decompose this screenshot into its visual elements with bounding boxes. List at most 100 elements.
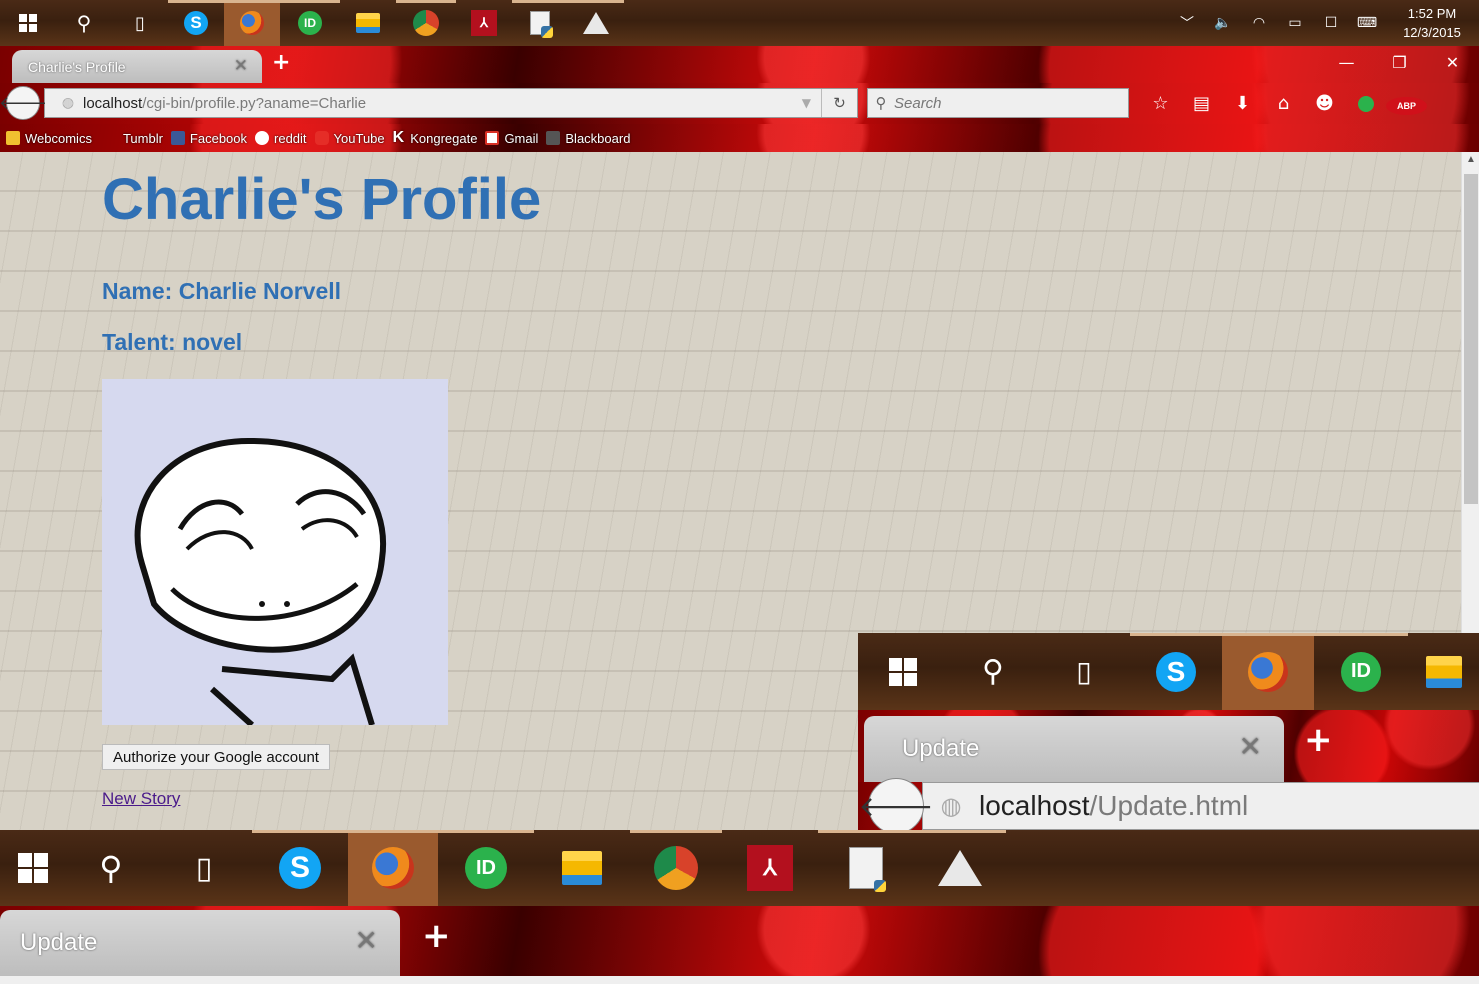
- tab-title: Update: [902, 735, 980, 762]
- home-icon[interactable]: ⌂: [1263, 93, 1304, 114]
- keyboard-icon[interactable]: ⌨: [1349, 15, 1385, 31]
- bookmark-facebook[interactable]: Facebook: [170, 131, 247, 146]
- search-bar[interactable]: ⚲ Search: [867, 88, 1129, 118]
- tab-title: Update: [20, 929, 98, 956]
- swirl-app-button[interactable]: [396, 0, 456, 46]
- bookmark-label: reddit: [274, 130, 307, 146]
- close-window-icon[interactable]: ✕: [1426, 46, 1479, 80]
- new-tab-button[interactable]: +: [272, 50, 290, 75]
- skype-taskbar-button[interactable]: S: [1130, 633, 1222, 710]
- bookmark-webcomics[interactable]: Webcomics: [6, 131, 92, 146]
- bottom-taskbar: ⚲ ▯ S ID ⅄: [0, 830, 1479, 906]
- windows-start-button[interactable]: [0, 830, 66, 906]
- bookmarks-bar: Webcomics Tumblr Facebook reddit YouTube…: [0, 124, 1479, 152]
- file-explorer-button[interactable]: [534, 830, 630, 906]
- clock[interactable]: 1:52 PM 12/3/2015: [1385, 4, 1479, 42]
- python-doc-button[interactable]: [512, 0, 568, 46]
- search-button[interactable]: ⚲: [948, 633, 1038, 710]
- authorize-google-button[interactable]: Authorize your Google account: [102, 744, 330, 770]
- skype-icon: S: [1156, 651, 1196, 692]
- scroll-thumb[interactable]: [1464, 174, 1478, 504]
- bookmarks-list-icon[interactable]: ▤: [1181, 93, 1222, 114]
- back-button[interactable]: 🡐: [0, 86, 47, 120]
- idbooth-toolbar-icon[interactable]: [1345, 93, 1386, 114]
- maximize-icon[interactable]: ❐: [1373, 46, 1426, 80]
- skype-taskbar-button[interactable]: S: [252, 830, 348, 906]
- tab-charlies-profile[interactable]: Charlie's Profile ✕: [12, 50, 262, 83]
- adblock-label: ABP: [1386, 96, 1427, 115]
- top-taskbar: ⚲ ▯ S ID ⅄ ﹀ 🔈 ◠ ▭ ☐ ⌨ 1:52 PM 12/3/2015: [0, 0, 1479, 46]
- file-explorer-button[interactable]: [1408, 633, 1479, 710]
- search-button[interactable]: ⚲: [56, 0, 112, 46]
- task-view-button[interactable]: ▯: [112, 0, 168, 46]
- inkscape-button[interactable]: [914, 830, 1006, 906]
- idbooth-icon: ID: [298, 11, 322, 35]
- kongregate-icon: K: [392, 129, 405, 146]
- new-tab-button[interactable]: +: [422, 916, 451, 956]
- skype-taskbar-button[interactable]: S: [168, 0, 224, 46]
- firefox-taskbar-button[interactable]: [1222, 633, 1314, 710]
- profile-name: Name: Charlie Norvell: [102, 278, 342, 304]
- overlay-url-bar[interactable]: ◍ localhost/Update.html: [922, 782, 1479, 830]
- idbooth-taskbar-button[interactable]: ID: [1314, 633, 1408, 710]
- bookmark-blackboard[interactable]: Blackboard: [546, 131, 630, 146]
- dropdown-arrow-icon[interactable]: ▼: [802, 96, 811, 110]
- idbooth-taskbar-button[interactable]: ID: [438, 830, 534, 906]
- idbooth-taskbar-button[interactable]: ID: [280, 0, 340, 46]
- task-view-button[interactable]: ▯: [156, 830, 252, 906]
- firefox-taskbar-button[interactable]: [348, 830, 438, 906]
- file-explorer-button[interactable]: [340, 0, 396, 46]
- gmail-icon: [485, 131, 500, 145]
- swirl-app-icon: [654, 846, 698, 890]
- window-controls: — ❐ ✕: [1320, 46, 1479, 80]
- download-icon[interactable]: ⬇: [1222, 93, 1263, 114]
- reddit-icon: [255, 131, 270, 145]
- inkscape-button[interactable]: [568, 0, 624, 46]
- bookmark-tumblr[interactable]: Tumblr: [123, 131, 163, 146]
- close-icon[interactable]: ✕: [1239, 730, 1262, 763]
- volume-icon[interactable]: 🔈: [1205, 15, 1241, 31]
- python-doc-icon: [530, 11, 553, 38]
- bookmark-kongregate[interactable]: K Kongregate: [393, 129, 478, 147]
- windows-start-button[interactable]: [0, 0, 56, 46]
- wifi-icon[interactable]: ◠: [1241, 15, 1277, 31]
- close-icon[interactable]: ✕: [234, 56, 248, 76]
- back-button[interactable]: 🡐: [858, 778, 934, 830]
- blackboard-icon: [546, 131, 561, 145]
- back-arrow-icon: 🡐: [0, 92, 48, 114]
- bookmark-label: Tumblr: [122, 130, 163, 146]
- bookmark-reddit[interactable]: reddit: [255, 131, 307, 146]
- acrobat-button[interactable]: ⅄: [456, 0, 512, 46]
- chevron-up-icon[interactable]: ﹀: [1169, 13, 1205, 33]
- bookmark-star-icon[interactable]: ☆: [1140, 93, 1181, 114]
- new-story-link[interactable]: New Story: [102, 789, 180, 809]
- firefox-taskbar-button[interactable]: [224, 0, 280, 46]
- bookmark-youtube[interactable]: YouTube: [314, 131, 385, 146]
- python-doc-button[interactable]: [818, 830, 914, 906]
- windows-start-button[interactable]: [858, 633, 948, 710]
- trollface-avatar-icon: [134, 437, 387, 725]
- new-tab-button[interactable]: +: [1304, 720, 1333, 760]
- avatar: [102, 379, 448, 725]
- tab-update[interactable]: Update ✕: [0, 910, 400, 976]
- folder-icon: [562, 851, 602, 885]
- adblock-icon[interactable]: ABP: [1386, 93, 1427, 115]
- chat-icon[interactable]: ☻: [1304, 93, 1345, 114]
- task-view-button[interactable]: ▯: [1038, 633, 1130, 710]
- swirl-app-button[interactable]: [630, 830, 722, 906]
- tab-update[interactable]: Update ✕: [864, 716, 1284, 782]
- close-icon[interactable]: ✕: [355, 924, 378, 957]
- reload-icon[interactable]: ↻: [821, 89, 857, 117]
- inkscape-icon: [583, 12, 609, 34]
- bookmark-gmail[interactable]: Gmail: [485, 131, 538, 146]
- acrobat-button[interactable]: ⅄: [722, 830, 818, 906]
- globe-icon: ◍: [61, 95, 75, 111]
- scroll-up-icon[interactable]: ▲: [1462, 154, 1479, 165]
- notification-icon[interactable]: ☐: [1313, 15, 1349, 31]
- acrobat-icon: ⅄: [747, 845, 793, 891]
- battery-icon[interactable]: ▭: [1277, 15, 1313, 31]
- search-button[interactable]: ⚲: [66, 830, 156, 906]
- url-bar[interactable]: ◍ localhost/cgi-bin/profile.py?aname=Cha…: [44, 88, 858, 118]
- menu-icon[interactable]: ☰: [1427, 93, 1479, 114]
- minimize-icon[interactable]: —: [1320, 46, 1373, 80]
